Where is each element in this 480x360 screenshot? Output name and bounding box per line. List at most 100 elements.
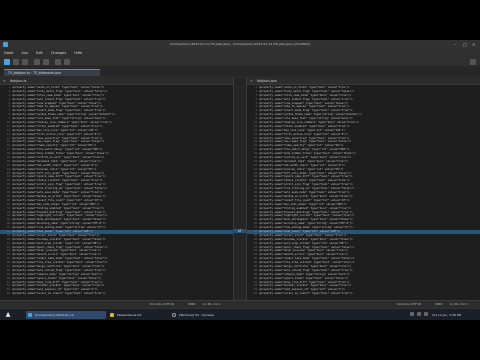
previous-change-icon[interactable] (55, 59, 61, 65)
code-text: <property name="cursor_blink" type="bool… (12, 233, 100, 237)
code-text: <property name="recent_file_count" type=… (12, 198, 103, 202)
clock[interactable]: Sat 14 Jan, 3:08 PM (432, 311, 461, 319)
window-titlebar[interactable]: [Comparison] 2023-01-14 (TS_bbb.json) - … (0, 40, 480, 49)
save-icon[interactable] (22, 59, 28, 65)
right-file-pane[interactable]: × bbbjson.json 1 <property name="cache_on… (247, 78, 480, 300)
left-line-ending[interactable]: UNIX (188, 301, 195, 308)
new-comparison-icon[interactable] (4, 59, 10, 65)
code-text: <property name="file_watch_delay" type="… (259, 148, 350, 152)
code-text: <property name="minimap_visible" type="b… (12, 237, 106, 241)
code-text: <property name="encoding_name" type="str… (12, 222, 106, 226)
diff-link-gutter: ⇄ (233, 78, 247, 300)
code-text: <property name="file_tree_visible" type=… (12, 261, 108, 265)
taskbar-item-terminal[interactable]: [Terminal] lhc - Konsole (170, 311, 240, 319)
terminal-icon (172, 313, 176, 317)
menu-item-changes[interactable]: Changes (51, 49, 66, 57)
code-text: <property name="diff_only_mode" type="bo… (12, 171, 105, 175)
code-text: <property name="syntax_theme_name" type=… (12, 113, 116, 117)
code-text: <property name="case_sensitive" type="bo… (259, 136, 350, 140)
code-text: <property name="hover_preview" type="boo… (12, 249, 102, 253)
close-icon[interactable]: × (3, 78, 6, 85)
code-text: <property name="rule_base_font" type="st… (12, 117, 106, 121)
code-text: <property name="cache_on_found" type="bo… (12, 86, 105, 89)
code-text: <property name="scroll_sync_flag" type="… (259, 183, 353, 187)
code-text: <property name="line_wrapped" type="bool… (12, 101, 102, 105)
maximize-button[interactable]: □ (463, 40, 467, 49)
code-text: <property name="status_visible" type="bo… (12, 179, 103, 183)
application-screen: [Comparison] 2023-01-14 (TS_bbb.json) - … (0, 40, 480, 320)
code-line[interactable]: 54 <property name="cursor_on_insert" type… (247, 292, 480, 296)
code-text: <property name="show_line_diff" type="bo… (259, 280, 350, 284)
code-text: <property name="cursor_blink" type="bool… (259, 233, 347, 237)
tab-comparison[interactable]: TS_bbbjson.ts · TS_bbbmode.json (4, 69, 100, 76)
right-line-ending[interactable]: UNIX (435, 301, 442, 308)
code-text: <property name="preview_ratio" type="int… (259, 167, 344, 171)
code-text: <property name="document_tabs" type="boo… (259, 159, 349, 163)
code-text: <property name="compare_mode" type="stri… (259, 272, 350, 276)
code-line[interactable]: 54 <property name="cursor_on_insert" type… (0, 292, 233, 296)
code-text: <property name="auto_reload_flag" type="… (259, 268, 353, 272)
menu-icon[interactable] (470, 59, 476, 65)
code-text: <property name="toolbar_visible" type="b… (259, 284, 352, 288)
network-icon[interactable] (410, 312, 414, 316)
code-text: <property name="spell_check_flag" type="… (12, 245, 108, 249)
code-text: <property name="first_active_line" type=… (259, 132, 349, 136)
code-text: <property name="auto_save_mode" type="bo… (259, 191, 350, 195)
right-pane-header: × bbbjson.json (247, 78, 480, 85)
code-text: <property name="preview_ratio" type="int… (12, 167, 97, 171)
code-text: <property name="minimap_visible" type="b… (259, 237, 353, 241)
close-icon[interactable]: × (250, 78, 253, 85)
code-text: <property name="render_tabs_mode" type="… (259, 257, 355, 261)
merge-arrow-icon[interactable]: ⇄ (238, 228, 241, 233)
code-text: <property name="use_regex_flag" type="bo… (259, 140, 352, 144)
code-text: <property name="max_undo_steps" type="in… (259, 202, 347, 206)
taskbar-item-comparison[interactable]: [Comparison] 2023-01-14 (26, 311, 106, 319)
taskbar-item-text-file[interactable]: bbbsolutions.txt (108, 311, 168, 319)
code-text: <property name="ignore_case_diff" type="… (259, 175, 353, 179)
left-pane-filename: bbbjson.ts (10, 79, 27, 83)
battery-icon[interactable] (424, 312, 428, 316)
code-text: <property name="first_active_line" type=… (12, 132, 102, 136)
code-text: <property name="word_wrap_column" type="… (12, 241, 102, 245)
code-text: <property name="auto_indent_flag" type="… (12, 97, 106, 101)
code-text: <property name="syntax_theme_name" type=… (259, 113, 363, 117)
close-button[interactable]: × (472, 40, 475, 49)
right-code-lines[interactable]: 1 <property name="cache_on_found" type="b… (247, 85, 480, 296)
undo-icon[interactable] (34, 59, 40, 65)
start-menu-icon[interactable]: ▲ (4, 311, 12, 319)
minimize-button[interactable]: – (454, 40, 456, 49)
code-text: <property name="smooth_scroll" type="boo… (259, 253, 349, 257)
code-text: <property name="hover_preview" type="boo… (259, 249, 349, 253)
code-text: <property name="recent_file_count" type=… (259, 198, 350, 202)
code-text: <property name="bracket_matching" type="… (259, 210, 353, 214)
next-change-icon[interactable] (64, 59, 70, 65)
taskbar-item-label: bbbsolutions.txt (117, 313, 142, 317)
left-encoding[interactable]: Unicode (UTF-8) (150, 301, 174, 308)
line-number: 54 (253, 292, 257, 296)
code-text: <property name="fuzzy_match_flag" type="… (259, 89, 355, 93)
status-bar: Unicode (UTF-8) UNIX Ln 36, Col 1 Unicod… (0, 300, 480, 308)
tab-bar: TS_bbbjson.ts · TS_bbbmode.json (0, 68, 480, 76)
code-text: <property name="show_hidden_files" type=… (12, 152, 109, 156)
code-text: <property name="line_ending_mode" type="… (259, 226, 353, 230)
open-file-icon[interactable] (13, 59, 19, 65)
code-text: <property name="highlight_current" type=… (259, 214, 355, 218)
code-text: <property name="max_undo_steps" type="in… (12, 202, 100, 206)
code-text: <property name="trim_trailing_ws" type="… (12, 187, 108, 191)
redo-icon[interactable] (43, 59, 49, 65)
menu-item-datei[interactable]: Datei (4, 49, 13, 57)
right-encoding[interactable]: Unicode (UTF-8) (397, 301, 421, 308)
code-text: <property name="ignore_blank" type="bool… (12, 276, 102, 280)
left-code-lines[interactable]: 1 <property name="cache_on_found" type="b… (0, 85, 233, 296)
menu-item-ans[interactable]: Ans (21, 49, 27, 57)
code-text: <property name="max_line_size" type="int… (259, 128, 345, 132)
menu-item-hilfe[interactable]: Hilfe (74, 49, 82, 57)
volume-icon[interactable] (417, 312, 421, 316)
code-text: <property name="diff_only_mode" type="bo… (259, 171, 352, 175)
code-text: <property name="insert_mode_flag" type="… (12, 109, 106, 113)
code-text: <property name="title_case_mode" type="b… (12, 93, 105, 97)
left-file-pane[interactable]: × bbbjson.ts 1 <property name="cache_on_f… (0, 78, 233, 300)
code-text: <property name="bracket_matching" type="… (12, 210, 106, 214)
menu-item-edit[interactable]: Edit (36, 49, 43, 57)
text-file-icon (110, 313, 114, 317)
